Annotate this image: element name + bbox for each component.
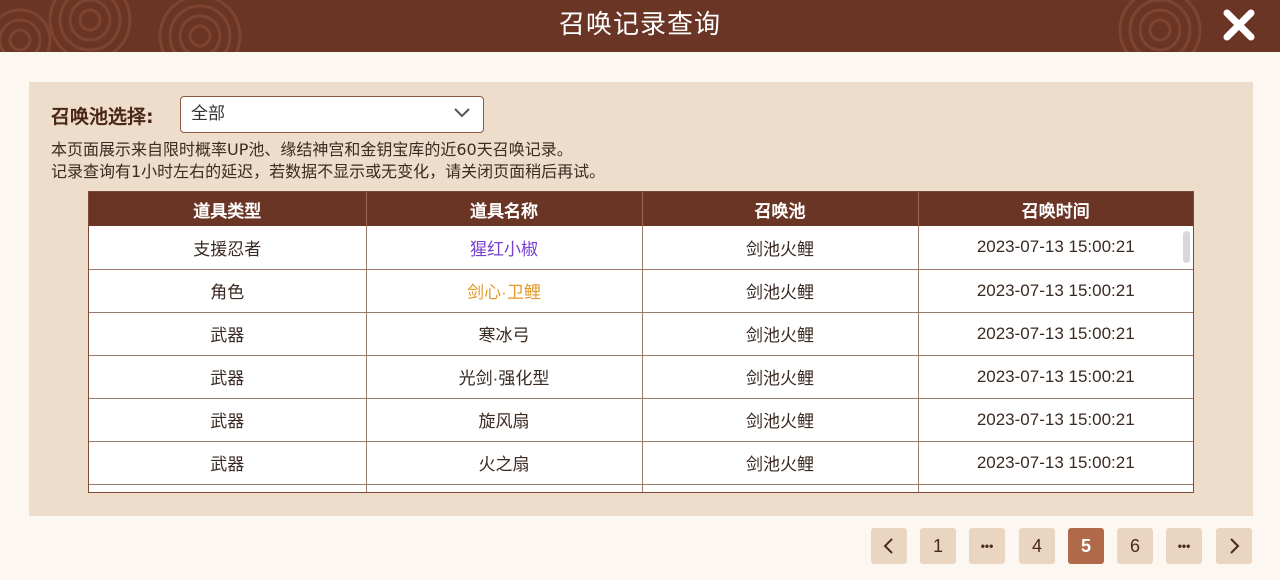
pool-select-label: 召唤池选择: (51, 106, 154, 128)
column-header-time: 召唤时间 (918, 192, 1193, 226)
cell-pool: 剑池火鲤 (642, 312, 919, 356)
cell-pool: 剑池火鲤 (642, 269, 919, 313)
cell-type: 武器 (89, 312, 367, 356)
table-row: 角色 剑心·卫鲤 剑池火鲤 2023-07-13 15:00:21 (89, 269, 1193, 313)
cell-empty (366, 484, 643, 492)
cell-name: 寒冰弓 (366, 312, 643, 356)
column-header-name: 道具名称 (366, 192, 643, 226)
cell-name: 火之扇 (366, 441, 643, 485)
cell-time: 2023-07-13 15:00:21 (918, 269, 1193, 313)
chevron-right-icon (1230, 538, 1240, 554)
cell-name: 剑心·卫鲤 (366, 269, 643, 313)
cell-empty (918, 484, 1193, 492)
cell-name: 光剑·强化型 (366, 355, 643, 399)
close-button[interactable] (1220, 6, 1258, 44)
description-line-1: 本页面展示来自限时概率UP池、缘结神宫和金钥宝库的近60天召唤记录。 (51, 140, 573, 159)
page-button-next-number[interactable]: 6 (1117, 528, 1153, 564)
table-row-partial (89, 484, 1193, 492)
pool-select-dropdown[interactable]: 全部 (180, 96, 484, 133)
table-row: 武器 光剑·强化型 剑池火鲤 2023-07-13 15:00:21 (89, 355, 1193, 399)
chevron-down-icon (454, 108, 470, 118)
page-button-prev-number[interactable]: 4 (1019, 528, 1055, 564)
column-header-type: 道具类型 (89, 192, 367, 226)
table-row: 武器 火之扇 剑池火鲤 2023-07-13 15:00:21 (89, 441, 1193, 485)
cell-type: 角色 (89, 269, 367, 313)
cell-pool: 剑池火鲤 (642, 398, 919, 442)
cell-pool: 剑池火鲤 (642, 355, 919, 399)
cell-type: 武器 (89, 398, 367, 442)
table-row: 支援忍者 猩红小椒 剑池火鲤 2023-07-13 15:00:21 (89, 226, 1193, 270)
close-icon (1223, 9, 1255, 41)
page-button-current[interactable]: 5 (1068, 528, 1104, 564)
cell-time: 2023-07-13 15:00:21 (918, 441, 1193, 485)
cell-type: 武器 (89, 355, 367, 399)
cell-pool: 剑池火鲤 (642, 441, 919, 485)
table-row: 武器 旋风扇 剑池火鲤 2023-07-13 15:00:21 (89, 398, 1193, 442)
page-ellipsis-left[interactable]: ••• (969, 528, 1005, 564)
table-row: 武器 寒冰弓 剑池火鲤 2023-07-13 15:00:21 (89, 312, 1193, 356)
cell-empty (642, 484, 919, 492)
records-table[interactable]: 道具类型 道具名称 召唤池 召唤时间 支援忍者 猩红小椒 剑池火鲤 2023-0… (88, 191, 1194, 493)
table-scrollbar[interactable] (1183, 231, 1190, 263)
cell-time: 2023-07-13 15:00:21 (918, 312, 1193, 356)
header-bar: 召唤记录查询 (0, 0, 1280, 52)
next-page-button[interactable] (1216, 528, 1252, 564)
page-ellipsis-right[interactable]: ••• (1166, 528, 1202, 564)
cell-empty (89, 484, 367, 492)
pool-select-value: 全部 (191, 104, 225, 124)
cell-name: 猩红小椒 (366, 226, 643, 270)
prev-page-button[interactable] (871, 528, 907, 564)
chevron-left-icon (883, 538, 893, 554)
cell-pool: 剑池火鲤 (642, 226, 919, 270)
cell-name: 旋风扇 (366, 398, 643, 442)
table-header-row: 道具类型 道具名称 召唤池 召唤时间 (89, 192, 1193, 226)
cell-time: 2023-07-13 15:00:21 (918, 226, 1193, 270)
cell-time: 2023-07-13 15:00:21 (918, 398, 1193, 442)
pagination: 1 ••• 4 5 6 ••• (0, 528, 1280, 564)
column-header-pool: 召唤池 (642, 192, 919, 226)
cell-type: 武器 (89, 441, 367, 485)
cell-time: 2023-07-13 15:00:21 (918, 355, 1193, 399)
description-line-2: 记录查询有1小时左右的延迟，若数据不显示或无变化，请关闭页面稍后再试。 (51, 162, 606, 181)
page-title: 召唤记录查询 (558, 10, 721, 40)
records-panel: 召唤池选择: 全部 本页面展示来自限时概率UP池、缘结神宫和金钥宝库的近60天召… (29, 82, 1253, 516)
cell-type: 支援忍者 (89, 226, 367, 270)
page-button-first[interactable]: 1 (920, 528, 956, 564)
